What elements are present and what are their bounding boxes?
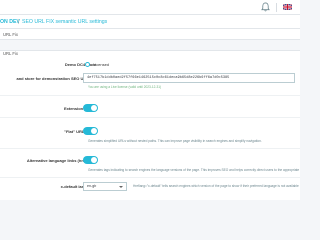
row-divider [0,177,300,178]
page-title: SEO URL FIX semantic URL settings [22,19,108,25]
divider [276,3,277,12]
panel-heading: URL Fix [0,50,300,57]
breadcrumb: ON DEV | SEO URL FIX semantic URL settin… [0,15,300,29]
bell-icon[interactable] [261,2,270,12]
chevron-down-icon [119,186,123,188]
licensed-radio[interactable] [85,62,90,67]
subtab-bar: URL Fix [0,29,300,40]
default-lang-select[interactable]: en-gb [83,182,127,191]
flat-url-help: Generates simplified URLs without nested… [88,139,262,143]
flag-icon[interactable] [283,4,292,10]
row-divider [0,95,300,96]
flat-url-toggle[interactable] [83,127,98,135]
licensed-text: Licensed [93,62,110,67]
extension-status-toggle[interactable] [83,104,98,112]
default-lang-value: en-gb [87,184,97,188]
row-divider [0,148,300,149]
top-bar [0,0,300,15]
panel-title: URL Fix [3,51,18,56]
row-divider [0,117,300,118]
alt-lang-help: Generates tags indicating to search engi… [88,168,300,172]
default-lang-help: Hreflang="x-default" tells search engine… [133,184,299,188]
license-key-input[interactable]: 4ef7517b1ddb0aed2f57f66e1462515c0c8c61de… [83,73,295,83]
breadcrumb-separator: | [18,19,20,25]
license-success-text: You are using a Live license (valid unti… [88,85,162,89]
alt-lang-toggle[interactable] [83,156,98,164]
breadcrumb-module[interactable]: ON DEV [0,15,20,29]
tab-url-fix[interactable]: URL Fix [3,29,18,40]
demo-store-label: Demo DC4 store [64,62,96,67]
